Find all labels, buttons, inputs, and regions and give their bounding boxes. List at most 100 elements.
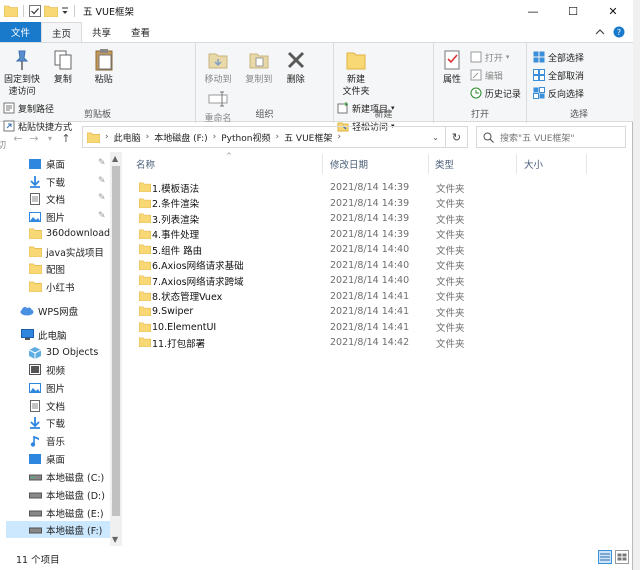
file-row[interactable]: 5.组件 路由 2021/8/14 14:40 文件夹: [136, 242, 476, 257]
nav-item-360downloads[interactable]: 360downloads: [28, 225, 115, 242]
nav-item-xiaohongshu[interactable]: 小红书: [28, 278, 75, 295]
customize-dropdown-icon[interactable]: [61, 6, 69, 16]
tab-view[interactable]: 查看: [121, 22, 160, 42]
delete-button[interactable]: 删除: [281, 47, 311, 86]
pin-icon[interactable]: ✎: [98, 176, 106, 186]
address-bar[interactable]: › 此电脑 › 本地磁盘 (F:) › Python视频 › 五 VUE框架 ›…: [82, 126, 468, 148]
history-button[interactable]: 历史记录: [470, 85, 521, 101]
nav-label: 文档: [46, 194, 66, 206]
properties-checkbox-icon[interactable]: [29, 5, 41, 17]
file-date: 2021/8/14 14:41: [330, 306, 410, 317]
scroll-down-icon[interactable]: ▼: [112, 535, 118, 544]
breadcrumb-this-pc[interactable]: 此电脑: [114, 131, 141, 144]
breadcrumb-python-videos[interactable]: Python视频: [221, 131, 270, 144]
back-arrow-icon[interactable]: ←: [10, 132, 26, 145]
pin-icon: [9, 47, 35, 73]
column-header-size[interactable]: 大小: [524, 156, 543, 172]
file-row[interactable]: 10.ElementUI 2021/8/14 14:41 文件夹: [136, 320, 476, 335]
nav-item-pictures[interactable]: 图片: [28, 208, 65, 225]
nav-item-pictures-pc[interactable]: 图片: [28, 379, 65, 396]
new-folder-icon[interactable]: [44, 5, 58, 17]
new-folder-button[interactable]: 新建 文件夹: [337, 47, 375, 98]
pin-icon[interactable]: ✎: [98, 158, 106, 168]
scroll-up-icon[interactable]: ▲: [112, 154, 118, 163]
file-date: 2021/8/14 14:40: [330, 275, 410, 286]
nav-item-music[interactable]: 音乐: [28, 432, 65, 449]
nav-item-downloads[interactable]: 下载: [28, 173, 65, 190]
pin-icon[interactable]: ✎: [98, 211, 106, 221]
column-divider[interactable]: [516, 154, 517, 174]
file-row[interactable]: 7.Axios网络请求跨域 2021/8/14 14:40 文件夹: [136, 273, 476, 288]
invert-selection-button[interactable]: 反向选择: [533, 85, 584, 101]
tab-file[interactable]: 文件: [0, 22, 42, 42]
file-row[interactable]: 4.事件处理 2021/8/14 14:39 文件夹: [136, 227, 476, 242]
tab-share[interactable]: 共享: [82, 22, 121, 42]
nav-item-desktop[interactable]: 桌面: [28, 155, 65, 172]
tab-home[interactable]: 主页: [41, 22, 83, 42]
nav-item-downloads-pc[interactable]: 下载: [28, 414, 65, 431]
nav-item-wps-drive[interactable]: WPS网盘: [20, 302, 78, 319]
file-row[interactable]: 6.Axios网络请求基础 2021/8/14 14:40 文件夹: [136, 258, 476, 273]
search-input[interactable]: 搜索"五 VUE框架": [476, 126, 626, 148]
scrollbar-thumb[interactable]: [112, 166, 120, 516]
column-divider[interactable]: [586, 154, 587, 174]
breadcrumb-separator-icon: ›: [145, 132, 150, 142]
folder-icon: [28, 246, 42, 258]
nav-item-desktop-pc[interactable]: 桌面: [28, 450, 65, 467]
column-divider[interactable]: [428, 154, 429, 174]
nav-item-drive-e[interactable]: 本地磁盘 (E:): [28, 504, 104, 521]
pin-icon[interactable]: ✎: [98, 193, 106, 203]
help-icon[interactable]: ?: [613, 26, 625, 38]
up-arrow-icon[interactable]: ↑: [58, 132, 74, 145]
navigation-scrollbar[interactable]: ▲ ▼: [110, 152, 122, 546]
file-row[interactable]: 8.状态管理Vuex 2021/8/14 14:41 文件夹: [136, 289, 476, 304]
paste-button[interactable]: 粘贴: [85, 47, 123, 86]
large-icons-view-icon[interactable]: [615, 550, 629, 564]
copy-button[interactable]: 复制: [44, 47, 82, 86]
refresh-icon[interactable]: ↻: [445, 127, 467, 147]
file-row[interactable]: 11.打包部署 2021/8/14 14:42 文件夹: [136, 335, 476, 350]
details-view-icon[interactable]: [598, 550, 612, 564]
nav-item-drive-d[interactable]: 本地磁盘 (D:): [28, 486, 105, 503]
file-row[interactable]: 2.条件渲染 2021/8/14 14:39 文件夹: [136, 196, 476, 211]
maximize-button[interactable]: ☐: [553, 0, 593, 22]
move-to-button[interactable]: 移动到: [199, 47, 237, 86]
column-header-type[interactable]: 类型: [435, 156, 454, 172]
nav-label: 图片: [46, 212, 66, 224]
picture-icon: [28, 382, 42, 394]
address-dropdown-chevron-icon[interactable]: ⌄: [432, 133, 439, 142]
column-divider[interactable]: [322, 154, 323, 174]
breadcrumb-vue-framework[interactable]: 五 VUE框架: [284, 131, 332, 144]
edit-button[interactable]: 编辑: [470, 67, 521, 83]
nav-item-this-pc[interactable]: 此电脑: [20, 326, 67, 343]
new-group-label: 新建: [374, 110, 393, 120]
pin-to-quick-access-button[interactable]: 固定到快 速访问: [3, 47, 41, 98]
file-row[interactable]: 1.模板语法 2021/8/14 14:39 文件夹: [136, 180, 476, 195]
nav-item-java-projects[interactable]: java实战项目: [28, 243, 104, 260]
nav-item-documents[interactable]: 文档: [28, 190, 65, 207]
properties-button[interactable]: 属性: [437, 47, 467, 86]
nav-item-documents-pc[interactable]: 文档: [28, 397, 65, 414]
file-row[interactable]: 9.Swiper 2021/8/14 14:41 文件夹: [136, 304, 476, 319]
select-none-button[interactable]: 全部取消: [533, 67, 584, 83]
nav-item-3d-objects[interactable]: 3D Objects: [28, 344, 98, 361]
window-title: 五 VUE框架: [83, 7, 134, 18]
copy-to-button[interactable]: 复制到: [240, 47, 278, 86]
file-row[interactable]: 3.列表渲染 2021/8/14 14:39 文件夹: [136, 211, 476, 226]
close-button[interactable]: ✕: [593, 0, 633, 22]
column-header-name[interactable]: 名称: [136, 156, 155, 172]
nav-item-videos[interactable]: 视频: [28, 361, 65, 378]
nav-item-drive-c[interactable]: 本地磁盘 (C:): [28, 468, 104, 485]
recent-locations-chevron-icon[interactable]: ▾: [42, 134, 58, 143]
nav-item-drive-f[interactable]: 本地磁盘 (F:): [6, 521, 110, 538]
video-icon: [28, 364, 42, 376]
column-header-date[interactable]: 修改日期: [330, 156, 368, 172]
minimize-button[interactable]: —: [513, 0, 553, 22]
download-icon: [28, 175, 42, 188]
chevron-up-icon[interactable]: [595, 28, 605, 36]
open-button[interactable]: 打开 ▾: [470, 49, 521, 65]
nav-item-illustrations[interactable]: 配图: [28, 260, 65, 277]
forward-arrow-icon[interactable]: →: [26, 132, 42, 145]
breadcrumb-drive-f[interactable]: 本地磁盘 (F:): [154, 131, 207, 144]
select-all-button[interactable]: 全部选择: [533, 49, 584, 65]
